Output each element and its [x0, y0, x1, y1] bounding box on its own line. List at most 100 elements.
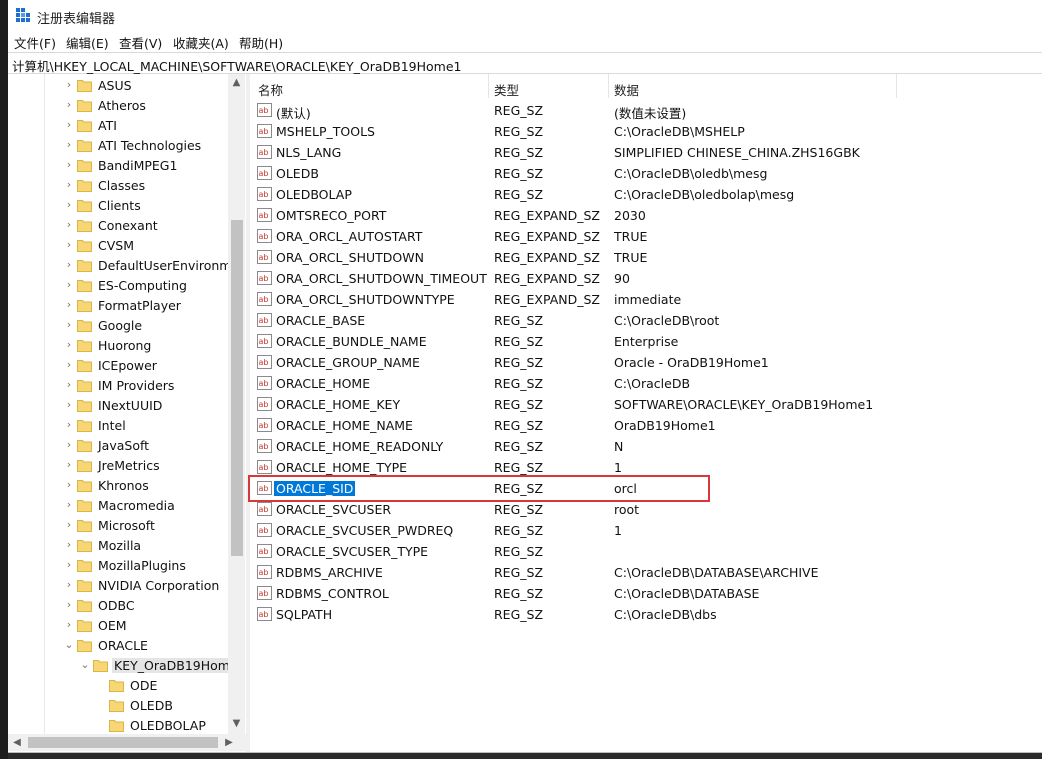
tree-item[interactable]: › ASUS	[8, 76, 230, 96]
tree-item[interactable]: › ICEpower	[8, 356, 230, 376]
list-row[interactable]: ab ORACLE_HOME_TYPE REG_SZ 1	[250, 457, 1042, 478]
tree-vertical-scroll-thumb[interactable]	[231, 220, 243, 556]
tree-item[interactable]: › JavaSoft	[8, 436, 230, 456]
list-row[interactable]: ab (默认) REG_SZ (数值未设置)	[250, 100, 1042, 121]
column-header-name[interactable]: 名称	[258, 80, 283, 99]
tree-item[interactable]: › Intel	[8, 416, 230, 436]
tree-item[interactable]: › Google	[8, 316, 230, 336]
list-row[interactable]: ab MSHELP_TOOLS REG_SZ C:\OracleDB\MSHELP	[250, 121, 1042, 142]
list-row[interactable]: ab ORACLE_SVCUSER_PWDREQ REG_SZ 1	[250, 520, 1042, 541]
list-row[interactable]: ab RDBMS_ARCHIVE REG_SZ C:\OracleDB\DATABAS…	[250, 562, 1042, 583]
list-row[interactable]: ab ORA_ORCL_SHUTDOWNTYPE REG_EXPAND_SZ imme…	[250, 289, 1042, 310]
tree-item[interactable]: › Atheros	[8, 96, 230, 116]
chevron-right-icon[interactable]: ›	[63, 358, 75, 372]
list-row[interactable]: ab ORACLE_HOME REG_SZ C:\OracleDB	[250, 373, 1042, 394]
tree-item[interactable]: › IM Providers	[8, 376, 230, 396]
column-divider[interactable]	[896, 74, 897, 98]
list-row[interactable]: ab ORA_ORCL_SHUTDOWN_TIMEOUT REG_EXPAND_SZ…	[250, 268, 1042, 289]
tree-item[interactable]: › ATI	[8, 116, 230, 136]
chevron-right-icon[interactable]: ›	[63, 258, 75, 272]
scroll-up-icon[interactable]: ▲	[228, 77, 245, 88]
column-header-data[interactable]: 数据	[614, 80, 639, 99]
list-row[interactable]: ab ORACLE_HOME_KEY REG_SZ SOFTWARE\ORACLE\K…	[250, 394, 1042, 415]
scroll-down-icon[interactable]: ▼	[228, 718, 245, 729]
chevron-right-icon[interactable]: ›	[63, 418, 75, 432]
menu-favorites[interactable]: 收藏夹(A)	[173, 33, 229, 52]
chevron-right-icon[interactable]: ›	[63, 458, 75, 472]
tree-item[interactable]: › ODBC	[8, 596, 230, 616]
chevron-right-icon[interactable]: ›	[63, 78, 75, 92]
chevron-right-icon[interactable]: ›	[63, 378, 75, 392]
chevron-right-icon[interactable]: ›	[63, 318, 75, 332]
tree-item[interactable]: ODE	[8, 676, 230, 696]
values-list-pane[interactable]: 名称 类型 数据 ab (默认) REG_SZ (数值未设置) ab MSHELP_TOO…	[250, 74, 1042, 752]
chevron-right-icon[interactable]: ›	[63, 218, 75, 232]
column-header-type[interactable]: 类型	[494, 80, 519, 99]
tree-item[interactable]: › ATI Technologies	[8, 136, 230, 156]
tree-item[interactable]: › INextUUID	[8, 396, 230, 416]
chevron-right-icon[interactable]: ›	[63, 178, 75, 192]
list-row[interactable]: ab ORACLE_HOME_READONLY REG_SZ N	[250, 436, 1042, 457]
chevron-right-icon[interactable]: ›	[63, 198, 75, 212]
menu-help[interactable]: 帮助(H)	[239, 33, 283, 52]
tree-item[interactable]: OLEDBOLAP	[8, 716, 230, 736]
tree-horizontal-scroll-thumb[interactable]	[28, 737, 218, 748]
tree-item[interactable]: ⌄ ORACLE	[8, 636, 230, 656]
tree-item[interactable]: › Macromedia	[8, 496, 230, 516]
chevron-right-icon[interactable]: ›	[63, 578, 75, 592]
tree-item[interactable]: ⌄ KEY_OraDB19Home	[8, 656, 240, 676]
tree-item[interactable]: › Khronos	[8, 476, 230, 496]
chevron-right-icon[interactable]: ›	[63, 298, 75, 312]
list-row[interactable]: ab ORACLE_SVCUSER_TYPE REG_SZ	[250, 541, 1042, 562]
column-divider[interactable]	[608, 74, 609, 98]
list-row[interactable]: ab ORACLE_SVCUSER REG_SZ root	[250, 499, 1042, 520]
list-row[interactable]: ab OLEDBOLAP REG_SZ C:\OracleDB\oledbolap\m…	[250, 184, 1042, 205]
list-row[interactable]: ab ORA_ORCL_AUTOSTART REG_EXPAND_SZ TRUE	[250, 226, 1042, 247]
address-bar[interactable]: 计算机\HKEY_LOCAL_MACHINE\SOFTWARE\ORACLE\K…	[8, 52, 1042, 74]
chevron-down-icon[interactable]: ⌄	[63, 638, 75, 652]
tree-item[interactable]: › CVSM	[8, 236, 230, 256]
chevron-right-icon[interactable]: ›	[63, 518, 75, 532]
tree-item[interactable]: › Microsoft	[8, 516, 230, 536]
title-bar[interactable]: 注册表编辑器	[8, 0, 1042, 32]
menu-view[interactable]: 查看(V)	[119, 33, 162, 52]
menu-edit[interactable]: 编辑(E)	[66, 33, 109, 52]
list-row[interactable]: ab OMTSRECO_PORT REG_EXPAND_SZ 2030	[250, 205, 1042, 226]
chevron-right-icon[interactable]: ›	[63, 118, 75, 132]
tree-item[interactable]: › Mozilla	[8, 536, 230, 556]
chevron-right-icon[interactable]: ›	[63, 558, 75, 572]
chevron-right-icon[interactable]: ›	[63, 138, 75, 152]
list-row[interactable]: ab RDBMS_CONTROL REG_SZ C:\OracleDB\DATABAS…	[250, 583, 1042, 604]
chevron-down-icon[interactable]: ⌄	[79, 658, 91, 672]
chevron-right-icon[interactable]: ›	[63, 98, 75, 112]
chevron-right-icon[interactable]: ›	[63, 618, 75, 632]
chevron-right-icon[interactable]: ›	[63, 338, 75, 352]
chevron-right-icon[interactable]: ›	[63, 538, 75, 552]
list-row[interactable]: ab OLEDB REG_SZ C:\OracleDB\oledb\mesg	[250, 163, 1042, 184]
address-path[interactable]: 计算机\HKEY_LOCAL_MACHINE\SOFTWARE\ORACLE\K…	[12, 56, 461, 75]
tree-item[interactable]: › Conexant	[8, 216, 230, 236]
tree-item[interactable]: OLEDB	[8, 696, 230, 716]
tree-item[interactable]: › DefaultUserEnvironme	[8, 256, 239, 276]
list-row[interactable]: ab ORACLE_HOME_NAME REG_SZ OraDB19Home1	[250, 415, 1042, 436]
tree-item[interactable]: › NVIDIA Corporation	[8, 576, 230, 596]
tree-item[interactable]: › Huorong	[8, 336, 230, 356]
menu-file[interactable]: 文件(F)	[14, 33, 56, 52]
tree-item[interactable]: › BandiMPEG1	[8, 156, 230, 176]
scroll-right-icon[interactable]: ▶	[222, 737, 236, 748]
list-row[interactable]: ab ORACLE_SID REG_SZ orcl	[250, 478, 1042, 499]
chevron-right-icon[interactable]: ›	[63, 238, 75, 252]
tree-item[interactable]: › OEM	[8, 616, 230, 636]
chevron-right-icon[interactable]: ›	[63, 598, 75, 612]
tree-item[interactable]: › MozillaPlugins	[8, 556, 230, 576]
list-row[interactable]: ab SQLPATH REG_SZ C:\OracleDB\dbs	[250, 604, 1042, 625]
tree-item[interactable]: › ES-Computing	[8, 276, 230, 296]
chevron-right-icon[interactable]: ›	[63, 498, 75, 512]
list-row[interactable]: ab ORACLE_BASE REG_SZ C:\OracleDB\root	[250, 310, 1042, 331]
key-tree-pane[interactable]: › ASUS › Atheros › ATI › ATI Technologies › Bandi…	[8, 74, 246, 752]
list-row[interactable]: ab ORA_ORCL_SHUTDOWN REG_EXPAND_SZ TRUE	[250, 247, 1042, 268]
list-row[interactable]: ab NLS_LANG REG_SZ SIMPLIFIED CHINESE_CHINA…	[250, 142, 1042, 163]
list-row[interactable]: ab ORACLE_BUNDLE_NAME REG_SZ Enterprise	[250, 331, 1042, 352]
column-divider[interactable]	[488, 74, 489, 98]
tree-item[interactable]: › Clients	[8, 196, 230, 216]
